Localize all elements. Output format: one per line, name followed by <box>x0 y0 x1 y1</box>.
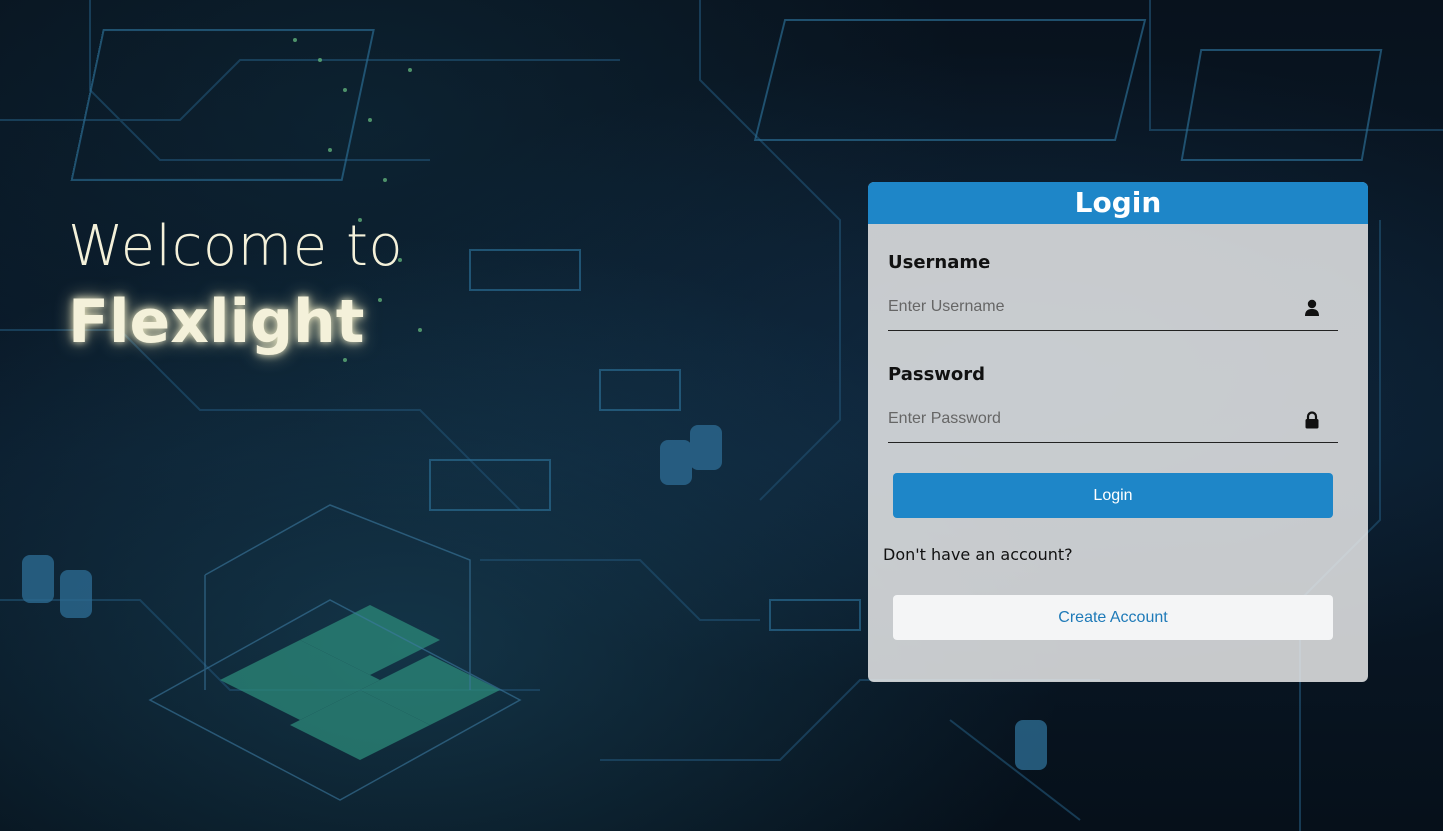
username-field-container <box>888 287 1338 331</box>
no-account-text: Don't have an account? <box>883 545 1073 564</box>
login-card-title: Login <box>868 182 1368 224</box>
user-icon <box>1304 299 1320 317</box>
username-input[interactable] <box>888 287 1288 327</box>
login-card: Login Username Password Login Don't have… <box>868 182 1368 682</box>
brand-name: Flexlight <box>68 287 365 357</box>
create-account-button[interactable]: Create Account <box>893 595 1333 640</box>
password-field-container <box>888 399 1338 443</box>
lock-icon <box>1304 411 1320 429</box>
password-label: Password <box>888 364 986 385</box>
login-button[interactable]: Login <box>893 473 1333 518</box>
password-input[interactable] <box>888 399 1288 439</box>
welcome-heading: Welcome to <box>68 214 404 279</box>
username-label: Username <box>888 252 991 273</box>
hero-section: Welcome to Flexlight <box>68 212 403 362</box>
